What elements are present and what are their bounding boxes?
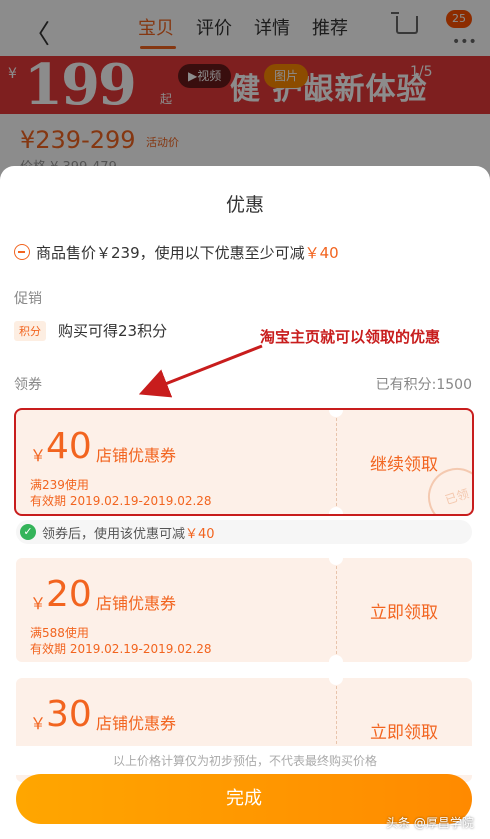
coupon-yen: ￥ xyxy=(30,714,47,733)
coupon-card: ￥ 40 店铺优惠券 满239使用 有效期 2019.02.19-2019.02… xyxy=(14,408,474,516)
after-claim-note: ✓ 领券后，使用该优惠可减 ￥40 xyxy=(16,520,472,544)
coupon-yen: ￥ xyxy=(30,594,47,613)
coupon-name: 店铺优惠券 xyxy=(96,446,177,465)
check-icon: ✓ xyxy=(20,524,36,540)
after-claim-text: 领券后，使用该优惠可减 xyxy=(42,526,186,542)
summary-amount: ￥40 xyxy=(304,243,339,262)
sheet-title: 优惠 xyxy=(225,194,264,216)
coupon-yen: ￥ xyxy=(30,446,47,465)
price-disclaimer: 以上价格计算仅为初步预估，不代表最终购买价格 xyxy=(0,746,490,775)
coupon-validity: 有效期 2019.02.19-2019.02.28 xyxy=(30,494,212,508)
coupon-card: ￥ 20 店铺优惠券 满588使用 有效期 2019.02.19-2019.02… xyxy=(16,558,472,662)
coupon-name: 店铺优惠券 xyxy=(96,714,177,733)
coupon-validity: 有效期 2019.02.19-2019.02.28 xyxy=(30,642,212,656)
points-text: 购买可得23积分 xyxy=(58,322,168,340)
discount-icon xyxy=(14,244,30,260)
promo-section-label: 促销 xyxy=(14,291,42,307)
coupon-condition: 满239使用 xyxy=(30,478,89,492)
after-claim-amount: ￥40 xyxy=(185,526,215,542)
points-tag: 积分 xyxy=(14,320,46,341)
annotation-label: 淘宝主页就可以领取的优惠 xyxy=(260,328,441,346)
coupon-section-label: 领券 xyxy=(14,377,42,393)
points-promo: 积分 购买可得23积分 xyxy=(14,320,167,341)
discount-sheet: 优惠 商品售价￥239，使用以下优惠至少可减 ￥40 促销 积分 购买可得23积… xyxy=(0,166,490,839)
coupon-name: 店铺优惠券 xyxy=(96,594,177,613)
discount-summary: 商品售价￥239，使用以下优惠至少可减 ￥40 xyxy=(14,240,339,264)
coupon-amount: 20 xyxy=(46,574,92,615)
coupon-amount: 30 xyxy=(46,694,92,735)
claim-now-button[interactable]: 立即领取 xyxy=(336,558,472,662)
owned-points: 已有积分:1500 xyxy=(375,377,472,393)
watermark: 头条 @厚昌学院 xyxy=(386,816,474,830)
coupon-amount: 40 xyxy=(46,426,92,467)
coupon-condition: 满588使用 xyxy=(30,626,89,640)
summary-text: 商品售价￥239，使用以下优惠至少可减 xyxy=(36,243,305,262)
